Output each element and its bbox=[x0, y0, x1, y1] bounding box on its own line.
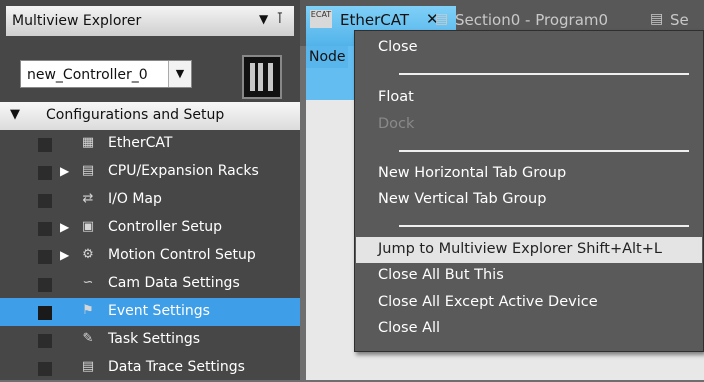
tree-item-label: Event Settings bbox=[108, 303, 210, 319]
controller-device-icon bbox=[242, 55, 282, 99]
expand-arrow-icon[interactable]: ▶ bbox=[60, 164, 69, 178]
tree-item-label: Controller Setup bbox=[108, 219, 223, 235]
menu-separator bbox=[399, 73, 689, 75]
io-map-icon: ⇄ bbox=[82, 191, 94, 206]
tree-item-ethercat[interactable]: ▦ EtherCAT bbox=[0, 130, 300, 158]
tree-item-motion-control-setup[interactable]: ▶ ⚙ Motion Control Setup bbox=[0, 242, 300, 270]
program-section-icon: ▤ bbox=[650, 11, 664, 27]
status-marker bbox=[38, 194, 52, 208]
ethercat-icon: ECAT bbox=[310, 10, 332, 28]
tree-item-cpu-expansion-racks[interactable]: ▶ ▤ CPU/Expansion Racks bbox=[0, 158, 300, 186]
tree-item-event-settings[interactable]: ⚑ Event Settings bbox=[0, 298, 300, 326]
menu-separator bbox=[399, 225, 689, 227]
tab-label: EtherCAT bbox=[340, 11, 409, 29]
menu-item-dock: Dock bbox=[356, 112, 702, 138]
status-marker bbox=[38, 306, 52, 320]
tree-item-label: I/O Map bbox=[108, 191, 162, 207]
explorer-title: Multiview Explorer bbox=[12, 13, 142, 29]
tree-item-label: Data Trace Settings bbox=[108, 359, 245, 375]
rack-icon: ▤ bbox=[81, 163, 95, 178]
node-column-header[interactable]: Node bbox=[306, 46, 348, 68]
tree-root-configurations[interactable]: ▼ Configurations and Setup bbox=[0, 102, 300, 130]
expand-arrow-icon[interactable]: ▶ bbox=[60, 220, 69, 234]
tree-item-label: Motion Control Setup bbox=[108, 247, 256, 263]
status-marker bbox=[38, 138, 52, 152]
tree-item-task-settings[interactable]: ✎ Task Settings bbox=[0, 326, 300, 354]
tree-item-label: CPU/Expansion Racks bbox=[108, 163, 259, 179]
menu-item-label: Close All Except Active Device bbox=[378, 294, 598, 310]
expand-arrow-icon[interactable]: ▼ bbox=[10, 107, 20, 122]
menu-item-label: Jump to Multiview Explorer Shift+Alt+L bbox=[378, 241, 662, 257]
status-marker bbox=[38, 362, 52, 376]
menu-item-close-all-except-active-device[interactable]: Close All Except Active Device bbox=[356, 290, 702, 316]
status-marker bbox=[38, 222, 52, 236]
status-marker bbox=[38, 278, 52, 292]
menu-item-label: New Vertical Tab Group bbox=[378, 191, 547, 207]
menu-item-close[interactable]: Close bbox=[356, 35, 702, 61]
tree-item-label: EtherCAT bbox=[108, 135, 173, 151]
controller-setup-icon: ▣ bbox=[81, 219, 95, 234]
controller-select-value: new_Controller_0 bbox=[27, 67, 148, 83]
menu-item-label: Close bbox=[378, 39, 418, 55]
explorer-header: Multiview Explorer ▼ ⊺ bbox=[6, 6, 294, 36]
controller-select[interactable]: new_Controller_0 ▼ bbox=[20, 60, 192, 88]
program-section-icon: ▤ bbox=[435, 11, 449, 27]
tree-item-controller-setup[interactable]: ▶ ▣ Controller Setup bbox=[0, 214, 300, 242]
menu-item-label: Float bbox=[378, 89, 414, 105]
flag-icon: ⚑ bbox=[82, 303, 94, 318]
tree-item-label: Cam Data Settings bbox=[108, 275, 240, 291]
tree-item-io-map[interactable]: ⇄ I/O Map bbox=[0, 186, 300, 214]
column-header-label: Node bbox=[309, 49, 346, 65]
status-marker bbox=[38, 334, 52, 348]
tab-label: Section0 - Program0 bbox=[455, 11, 609, 29]
menu-item-new-horizontal-tab-group[interactable]: New Horizontal Tab Group bbox=[356, 161, 702, 187]
tree-item-cam-data-settings[interactable]: ∽ Cam Data Settings bbox=[0, 270, 300, 298]
status-marker bbox=[38, 250, 52, 264]
chevron-down-icon[interactable]: ▼ bbox=[259, 12, 268, 26]
status-marker bbox=[38, 166, 52, 180]
menu-item-close-all[interactable]: Close All bbox=[356, 316, 702, 342]
menu-item-jump-to-multiview-explorer[interactable]: Jump to Multiview Explorer Shift+Alt+L bbox=[356, 237, 702, 263]
menu-item-label: Close All But This bbox=[378, 267, 504, 283]
menu-item-label: New Horizontal Tab Group bbox=[378, 165, 567, 181]
ethercat-icon: ▦ bbox=[81, 135, 95, 150]
tree-item-label: Task Settings bbox=[108, 331, 201, 347]
tree-root-label: Configurations and Setup bbox=[46, 107, 225, 123]
tab-context-menu: Close Float Dock New Horizontal Tab Grou… bbox=[354, 30, 704, 352]
menu-item-label: Close All bbox=[378, 320, 441, 336]
menu-item-new-vertical-tab-group[interactable]: New Vertical Tab Group bbox=[356, 187, 702, 213]
expand-arrow-icon[interactable]: ▶ bbox=[60, 248, 69, 262]
pin-icon[interactable]: ⊺ bbox=[276, 9, 284, 27]
cam-icon: ∽ bbox=[82, 275, 94, 290]
menu-item-float[interactable]: Float bbox=[356, 85, 702, 111]
trace-icon: ▤ bbox=[81, 359, 95, 374]
chevron-down-icon[interactable]: ▼ bbox=[168, 61, 191, 87]
multiview-explorer-panel: Multiview Explorer ▼ ⊺ new_Controller_0 … bbox=[0, 0, 300, 380]
tab-label: Se bbox=[670, 11, 689, 29]
menu-item-close-all-but-this[interactable]: Close All But This bbox=[356, 263, 702, 289]
tree-item-data-trace-settings[interactable]: ▤ Data Trace Settings bbox=[0, 354, 300, 382]
menu-separator bbox=[399, 150, 689, 152]
gear-icon: ⚙ bbox=[82, 247, 94, 262]
menu-item-label: Dock bbox=[378, 116, 415, 132]
task-icon: ✎ bbox=[82, 331, 94, 346]
